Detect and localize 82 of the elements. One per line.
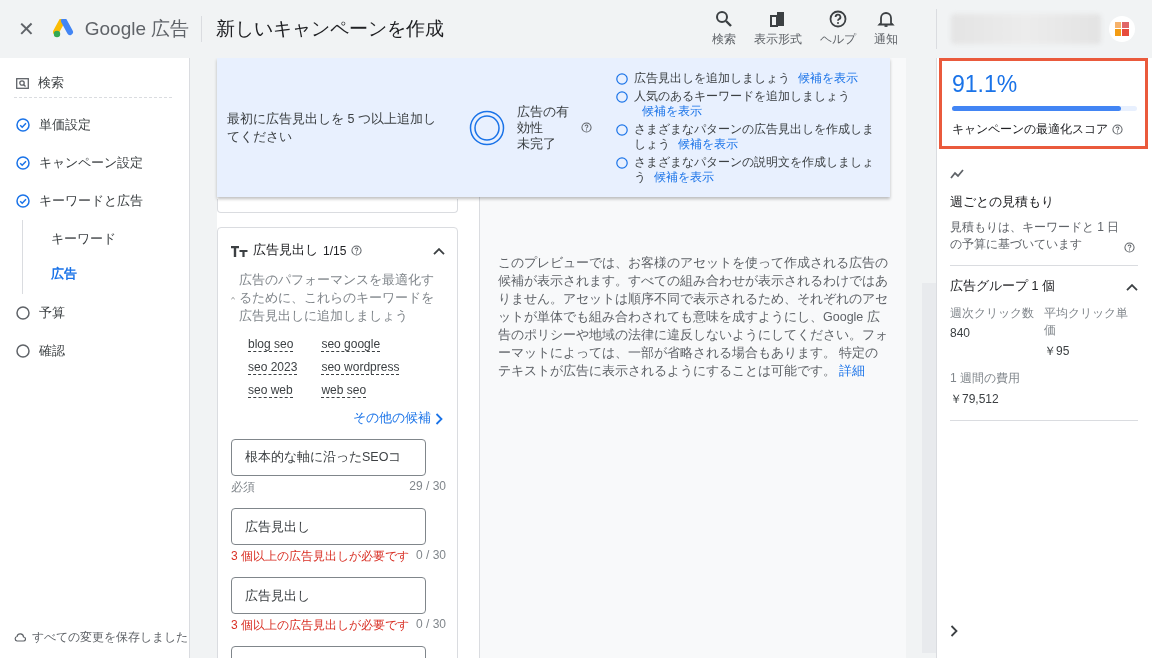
search-icon [16, 78, 29, 89]
sub-step-item[interactable]: キーワード [23, 222, 189, 257]
columns-icon [769, 10, 787, 28]
step-item[interactable]: 検索 [14, 76, 172, 98]
ad-group-title: 広告グループ 1 個 [950, 278, 1055, 295]
empty-circle-icon [616, 72, 628, 85]
step-item[interactable]: キャンペーン設定 [0, 144, 189, 182]
error-text: 3 個以上の広告見出しが必要です [231, 617, 409, 634]
step-item[interactable]: キーワードと広告 [0, 182, 189, 220]
avatar[interactable] [1109, 16, 1135, 42]
keyword-chip[interactable]: seo google [321, 337, 381, 352]
tip-text: さまざまなパターンの説明文を作成しましょう 候補を表示 [634, 154, 875, 185]
chevron-up-icon [433, 247, 445, 255]
help-icon[interactable] [581, 122, 592, 133]
metric-value: 840 [950, 326, 972, 340]
section-title: 広告見出し [253, 242, 318, 259]
step-item[interactable]: 確認 [0, 332, 189, 370]
cloud-icon [14, 633, 26, 642]
ad-strength-status: 広告の有効性 未完了 [517, 103, 570, 152]
headline-field[interactable]: 根本的な軸に沿ったSEOコ [231, 439, 426, 476]
show-suggestions-link[interactable]: 候補を表示 [678, 136, 738, 151]
help-icon [829, 10, 847, 28]
scrollbar[interactable] [922, 283, 936, 653]
estimate-title: 週ごとの見積もり [950, 193, 1055, 211]
toolbar-button[interactable]: 通知 [872, 10, 900, 48]
error-text: 3 個以上の広告見出しが必要です [231, 548, 409, 565]
help-icon[interactable] [351, 245, 363, 256]
metric-value: ￥79,512 [950, 391, 1000, 408]
tip-text: 人気のあるキーワードを追加しましょう 候補を表示 [634, 88, 851, 119]
keyword-chip[interactable]: seo 2023 [248, 360, 298, 375]
help-icon[interactable] [1112, 124, 1123, 135]
show-suggestions-link[interactable]: 候補を表示 [642, 103, 702, 118]
show-suggestions-link[interactable]: 候補を表示 [654, 169, 714, 184]
score-value: 91.1% [952, 71, 1019, 98]
sub-step-item[interactable]: 広告 [23, 257, 189, 292]
char-counter: 29 / 30 [409, 479, 446, 495]
close-button[interactable]: ✕ [18, 17, 35, 41]
chevron-up-icon [231, 294, 236, 302]
toolbar-button[interactable]: ヘルプ [818, 10, 858, 48]
empty-circle-icon [616, 156, 628, 169]
tip-text: さまざまなパターンの広告見出しを作成しましょう 候補を表示 [634, 121, 875, 152]
step-item[interactable]: 予算 [0, 294, 189, 332]
show-suggestions-link[interactable]: 候補を表示 [798, 70, 858, 85]
search-icon [715, 10, 733, 28]
keyword-chip[interactable]: seo web [248, 383, 293, 398]
tip-text: 広告見出しを追加しましょう 候補を表示 [634, 70, 858, 86]
brand-name: Google 広告 [84, 17, 190, 41]
chevron-right-icon [435, 412, 443, 425]
more-suggestions-link[interactable]: その他の候補 [231, 410, 445, 427]
empty-circle-icon [616, 123, 628, 136]
headline-field[interactable]: 広告見出し [231, 508, 426, 545]
page-title: 新しいキャンペーンを作成 [216, 17, 445, 41]
keyword-chip[interactable]: seo wordpress [321, 360, 400, 375]
empty-circle-icon [616, 90, 628, 103]
score-label: キャンペーンの最適化スコア [952, 121, 1108, 138]
char-counter: 0 / 30 [415, 548, 446, 564]
ring-icon [469, 109, 505, 146]
toolbar-button[interactable]: 検索 [710, 10, 738, 48]
metric-label: 平均クリック単価 [1044, 305, 1129, 339]
headline-field[interactable]: 広告見出し [231, 577, 426, 614]
step-item[interactable]: 単価設定 [0, 106, 189, 144]
keyword-chip[interactable]: blog seo [248, 337, 294, 352]
chevron-up-icon [1126, 283, 1138, 291]
text-size-icon [231, 244, 248, 257]
chevron-right-icon [950, 625, 958, 637]
suggestion-text: 広告のパフォーマンスを最適化するために、これらのキーワードを広告見出しに追加しましょう [239, 272, 436, 325]
metric-value: ￥95 [1044, 343, 1071, 360]
help-icon[interactable] [1124, 242, 1135, 253]
keyword-chip[interactable]: web seo [321, 383, 367, 398]
metric-label: 週次クリック数 [950, 305, 1035, 322]
headline-count: 1/15 [323, 243, 347, 258]
toolbar-button[interactable]: 表示形式 [752, 10, 804, 48]
preview-note: このプレビューでは、お客様のアセットを使って作成される広告の候補が表示されます。すべての組み合わせが表示されるわけではありません。アセットは順序不同で表示されるため、それぞれのアセットが単体でも組み合わされても意味を成すようにし、Google 広告のポリシーや地域の法律に違反しないようにしてください。フォーマットによっては、一部が省略される場合もあります。 特定のテキストが広告に表示されるようにすることは可能です。 詳細 [498, 256, 888, 378]
metric-label: 1 週間の費用 [950, 370, 1021, 387]
banner-message: 最初に広告見出しを 5 つ以上追加してください [227, 110, 437, 146]
save-status: すべての変更を保存しました [32, 629, 188, 646]
char-counter: 0 / 30 [415, 617, 446, 633]
details-link[interactable]: 詳細 [839, 364, 866, 378]
trend-icon [950, 169, 965, 179]
helper-text: 必須 [231, 479, 255, 496]
estimate-note: 見積もりは、キーワードと 1 日の予算に基づいています [950, 219, 1120, 253]
bell-icon [877, 10, 895, 28]
